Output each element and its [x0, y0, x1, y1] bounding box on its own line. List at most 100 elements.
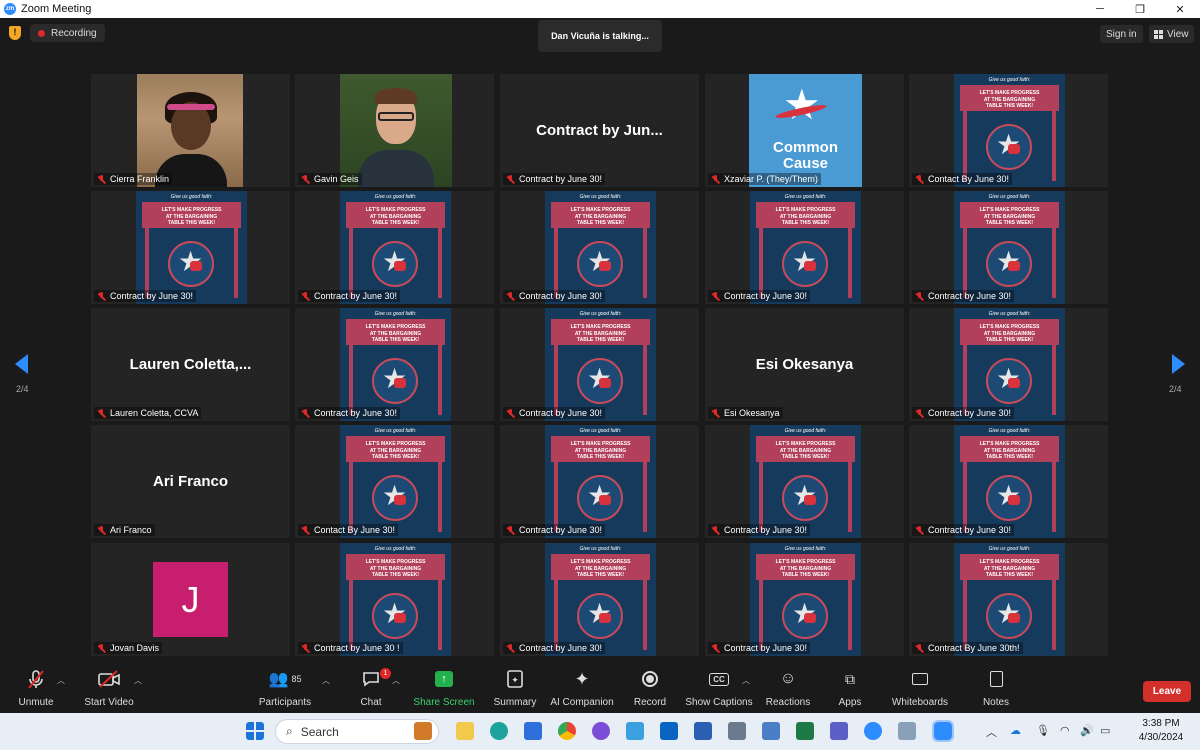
notepad-icon[interactable] [762, 722, 780, 740]
system-clock[interactable]: 3:38 PM 4/30/2024 [1126, 717, 1196, 745]
record-button[interactable]: Record [630, 666, 670, 712]
notes-label: Notes [982, 697, 1010, 708]
zoom-taskbar-icon[interactable] [932, 720, 954, 742]
show-captions-label: Show Captions [685, 697, 753, 708]
whiteboards-button[interactable]: Whiteboards [890, 666, 950, 712]
participant-name: Contact By June 30! [314, 525, 396, 535]
record-icon [642, 671, 658, 687]
minimize-button[interactable]: ─ [1080, 0, 1120, 18]
microphone-tray-icon[interactable]: 🎙 [1036, 724, 1050, 737]
sign-in-button[interactable]: Sign in [1100, 25, 1143, 43]
onedrive-cloud-icon[interactable]: ☁ [1010, 724, 1021, 737]
participant-tile[interactable]: Give us good faith: LET'S MAKE PROGRESS AT… [909, 74, 1108, 187]
muted-microphone-icon [915, 291, 924, 301]
participant-tile[interactable]: ★ Common Cause Xzaviar P. (They/Them) [705, 74, 904, 187]
volume-icon[interactable]: 🔊 [1080, 724, 1094, 737]
chat-button[interactable]: 1 Chat [354, 666, 391, 712]
participant-tile[interactable]: Give us good faith: LET'S MAKE PROGRESS AT… [909, 543, 1108, 656]
participants-options-chevron-icon[interactable]: ︿ [322, 675, 330, 686]
participant-tile[interactable]: J Jovan Davis [91, 543, 290, 656]
participant-name: Contract by June 30! [724, 525, 808, 535]
apps-label: Apps [838, 697, 862, 708]
ai-companion-button[interactable]: ✦ AI Companion [549, 666, 615, 712]
participant-tile[interactable]: Give us good faith: LET'S MAKE PROGRESS AT… [295, 425, 494, 538]
summary-label: Summary [493, 697, 537, 708]
video-options-chevron-icon[interactable]: ︿ [134, 675, 142, 686]
participant-tile[interactable]: Give us good faith: LET'S MAKE PROGRESS AT… [295, 543, 494, 656]
show-hidden-icons-chevron-icon[interactable]: ︿ [986, 724, 997, 740]
close-button[interactable]: ✕ [1160, 0, 1200, 18]
chrome-icon[interactable] [558, 722, 576, 740]
audio-options-chevron-icon[interactable]: ︿ [57, 675, 65, 686]
participant-tile[interactable]: Give us good faith: LET'S MAKE PROGRESS AT… [500, 308, 699, 421]
leave-button[interactable]: Leave [1143, 681, 1191, 702]
muted-microphone-icon [506, 174, 515, 184]
muted-microphone-icon [97, 408, 106, 418]
union-seal-icon [372, 593, 418, 639]
chat-icon [363, 672, 379, 687]
chat-options-chevron-icon[interactable]: ︿ [392, 675, 400, 686]
participant-tile[interactable]: Contract by Jun... Contract by June 30! [500, 74, 699, 187]
app-icon-bluejay[interactable] [864, 722, 882, 740]
title-bar: zm Zoom Meeting ─ ❐ ✕ [0, 0, 1200, 18]
next-page-arrow-icon[interactable] [1172, 354, 1185, 374]
notes-button[interactable]: Notes [980, 666, 1012, 712]
app-icon-chart[interactable] [898, 722, 916, 740]
grid-view-icon [1154, 29, 1163, 39]
participant-tile[interactable]: Give us good faith: LET'S MAKE PROGRESS AT… [909, 425, 1108, 538]
windows-start-icon[interactable] [246, 722, 264, 740]
participant-name: Esi Okesanya [724, 408, 780, 418]
participant-tile[interactable]: Give us good faith: LET'S MAKE PROGRESS AT… [705, 543, 904, 656]
excel-icon[interactable] [796, 722, 814, 740]
participant-name-label: Contract by June 30! [94, 290, 197, 302]
participant-tile[interactable]: Give us good faith: LET'S MAKE PROGRESS AT… [705, 425, 904, 538]
share-screen-button[interactable]: ↑ Share Screen [413, 666, 475, 712]
participant-tile[interactable]: Give us good faith: LET'S MAKE PROGRESS AT… [909, 191, 1108, 304]
participant-tile[interactable]: Give us good faith: LET'S MAKE PROGRESS AT… [705, 191, 904, 304]
view-button[interactable]: View [1149, 25, 1194, 43]
participant-tile[interactable]: Lauren Coletta,... Lauren Coletta, CCVA [91, 308, 290, 421]
participant-tile[interactable]: Gavin Geis [295, 74, 494, 187]
apps-button[interactable]: ⧉ Apps [836, 666, 864, 712]
start-video-button[interactable]: Start Video [82, 666, 136, 712]
participant-tile[interactable]: Give us good faith: LET'S MAKE PROGRESS AT… [295, 191, 494, 304]
participant-tile[interactable]: Esi Okesanya Esi Okesanya [705, 308, 904, 421]
word-icon[interactable] [694, 722, 712, 740]
battery-icon[interactable]: ▭ [1100, 724, 1110, 737]
participant-name-label: Contract by June 30 ! [298, 642, 403, 654]
participant-tile[interactable]: Give us good faith: LET'S MAKE PROGRESS AT… [91, 191, 290, 304]
app-icon-bird[interactable] [626, 722, 644, 740]
previous-page-arrow-icon[interactable] [15, 354, 28, 374]
participant-tile[interactable]: Ari Franco Ari Franco [91, 425, 290, 538]
teams-icon[interactable] [830, 722, 848, 740]
taskbar-briefcase-icon[interactable] [414, 722, 432, 740]
chat-notification-badge: 1 [380, 668, 391, 679]
reactions-button[interactable]: ☺ Reactions [765, 666, 811, 712]
union-seal-icon [782, 241, 828, 287]
captions-icon: CC [709, 672, 729, 686]
recording-label: Recording [51, 27, 97, 39]
edge-browser-icon[interactable] [490, 722, 508, 740]
participant-tile[interactable]: Give us good faith: LET'S MAKE PROGRESS AT… [500, 425, 699, 538]
participant-tile[interactable]: Give us good faith: LET'S MAKE PROGRESS AT… [500, 191, 699, 304]
security-shield-icon[interactable]: ! [9, 26, 21, 40]
microsoft-store-icon[interactable] [524, 722, 542, 740]
outlook-icon[interactable] [660, 722, 678, 740]
wifi-icon[interactable]: ◠ [1060, 724, 1070, 737]
participant-tile[interactable]: Give us good faith: LET'S MAKE PROGRESS AT… [295, 308, 494, 421]
maximize-button[interactable]: ❐ [1120, 0, 1160, 18]
summary-button[interactable]: ✦ Summary [490, 666, 540, 712]
participant-tile[interactable]: Cierra Franklin [91, 74, 290, 187]
captions-options-chevron-icon[interactable]: ︿ [742, 675, 750, 686]
show-captions-button[interactable]: CC Show Captions [684, 666, 754, 712]
muted-microphone-icon [301, 643, 310, 653]
photos-app-icon[interactable] [592, 722, 610, 740]
unmute-button[interactable]: Unmute [14, 666, 58, 712]
participants-button[interactable]: 👥 85 Participants [258, 666, 312, 712]
participant-tile[interactable]: Give us good faith: LET'S MAKE PROGRESS AT… [500, 543, 699, 656]
calculator-icon[interactable] [728, 722, 746, 740]
file-explorer-icon[interactable] [456, 722, 474, 740]
participant-name-display: Ari Franco [152, 473, 228, 490]
recording-indicator[interactable]: Recording [30, 24, 105, 42]
participant-tile[interactable]: Give us good faith: LET'S MAKE PROGRESS AT… [909, 308, 1108, 421]
